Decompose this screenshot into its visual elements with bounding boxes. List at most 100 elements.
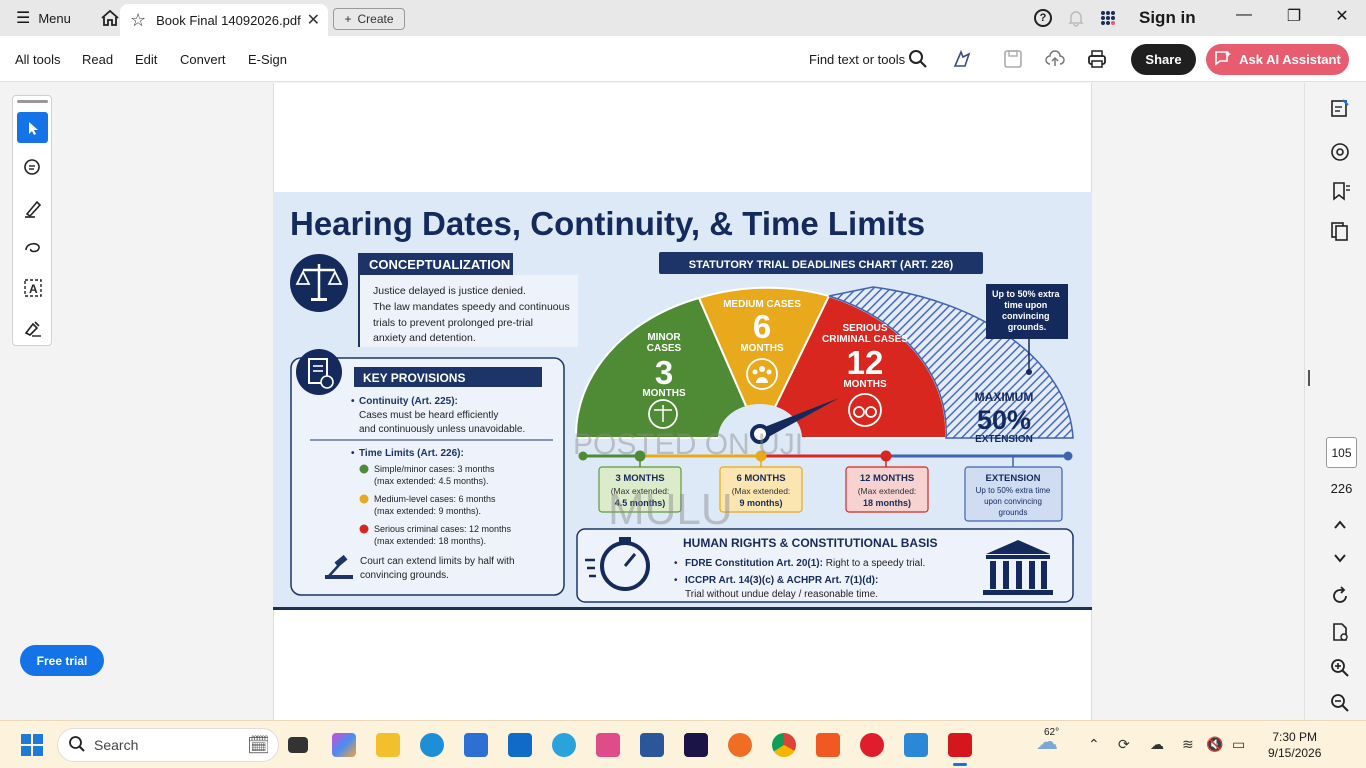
svg-text:12 MONTHS: 12 MONTHS: [860, 473, 914, 484]
help-icon[interactable]: ?: [1034, 9, 1052, 27]
search-icon: [68, 735, 86, 756]
document-check-icon: [296, 349, 342, 395]
maximize-icon[interactable]: ❐: [1279, 6, 1309, 26]
snipping-tool-icon[interactable]: [596, 733, 620, 757]
select-tool-icon[interactable]: [17, 112, 48, 143]
svg-text:Up to 50% extra time: Up to 50% extra time: [976, 486, 1051, 495]
comment-tool-icon[interactable]: [17, 152, 48, 183]
page-settings-icon[interactable]: [1329, 621, 1351, 643]
max-label: MAXIMUM: [975, 390, 1034, 404]
limit-box-12-months: 12 MONTHS (Max extended: 18 months): [845, 466, 929, 513]
ai-tools-icon[interactable]: [951, 48, 973, 70]
concept-line-3: trials to prevent prolonged pre-trial: [373, 317, 533, 329]
highlight-tool-icon[interactable]: [17, 192, 48, 223]
hr-item-1: FDRE Constitution Art. 20(1): Right to a…: [685, 558, 925, 569]
menu-button[interactable]: ☰ Menu: [16, 0, 71, 36]
svg-text:Simple/minor cases: 3 months: Simple/minor cases: 3 months: [374, 464, 495, 474]
svg-text:(Max extended:: (Max extended:: [732, 486, 791, 496]
photos-icon[interactable]: [904, 733, 928, 757]
word-icon[interactable]: [640, 733, 664, 757]
telegram-icon[interactable]: [552, 733, 576, 757]
home-icon[interactable]: [99, 7, 121, 29]
panel-resize-handle[interactable]: [1308, 370, 1310, 386]
comment-icon[interactable]: [1329, 141, 1351, 163]
find-label[interactable]: Find text or tools: [809, 52, 905, 67]
page-number-input[interactable]: 105: [1326, 437, 1357, 468]
menu-convert[interactable]: Convert: [180, 52, 226, 67]
outlook-icon[interactable]: [508, 733, 532, 757]
file-explorer-icon[interactable]: [376, 733, 400, 757]
menu-read[interactable]: Read: [82, 52, 113, 67]
sign-tool-icon[interactable]: [17, 312, 48, 343]
title-bar: ☰ Menu ☆ Book Final 14092026.pdf ✕ + Cre…: [0, 0, 1366, 36]
acrobat-icon[interactable]: [948, 733, 972, 757]
create-button[interactable]: + Create: [333, 8, 405, 30]
edit-pdf-icon[interactable]: [1329, 97, 1351, 119]
svg-text:18 months): 18 months): [863, 498, 911, 508]
document-tab[interactable]: ☆ Book Final 14092026.pdf ✕: [120, 4, 328, 36]
rotate-icon[interactable]: [1329, 585, 1351, 607]
left-tool-panel: A: [12, 95, 52, 346]
star-icon[interactable]: ☆: [130, 10, 146, 31]
upload-cloud-icon[interactable]: [1044, 48, 1066, 70]
svg-text:(Max extended:: (Max extended:: [858, 486, 917, 496]
firefox-icon[interactable]: [728, 733, 752, 757]
bookmark-icon[interactable]: [1329, 180, 1351, 202]
copilot-icon[interactable]: [332, 733, 356, 757]
volume-muted-icon[interactable]: 🔇: [1206, 736, 1223, 753]
close-tab-icon[interactable]: ✕: [307, 10, 320, 30]
cloud-offline-icon[interactable]: ☁: [1150, 736, 1164, 753]
search-icon[interactable]: [907, 48, 929, 70]
plus-icon: +: [344, 12, 352, 26]
hr-item-2-text: Trial without undue delay / reasonable t…: [685, 589, 878, 600]
tray-chevron-icon[interactable]: ⌃: [1088, 736, 1100, 753]
menu-all-tools[interactable]: All tools: [15, 52, 61, 67]
serious-number: 12: [847, 344, 884, 381]
svg-text:EXTENSION: EXTENSION: [986, 473, 1041, 484]
edge-icon[interactable]: [420, 733, 444, 757]
menu-edit[interactable]: Edit: [135, 52, 157, 67]
sign-in-link[interactable]: Sign in: [1139, 8, 1196, 28]
hamburger-icon: ☰: [16, 10, 31, 27]
chrome-icon[interactable]: [772, 733, 796, 757]
store-icon[interactable]: [464, 733, 488, 757]
share-button[interactable]: Share: [1131, 44, 1196, 75]
print-icon[interactable]: [1086, 48, 1108, 70]
text-recognition-icon[interactable]: A: [17, 272, 48, 303]
svg-text:6 MONTHS: 6 MONTHS: [736, 473, 785, 484]
wifi-icon[interactable]: ≋: [1182, 736, 1194, 753]
pages-icon[interactable]: [1329, 220, 1351, 242]
bell-icon[interactable]: [1068, 9, 1084, 27]
windows-start-icon[interactable]: [20, 733, 44, 757]
panel-grip[interactable]: [17, 100, 48, 103]
opera-icon[interactable]: [860, 733, 884, 757]
tab-title: Book Final 14092026.pdf: [156, 12, 301, 28]
menu-e-sign[interactable]: E-Sign: [248, 52, 287, 67]
key-provisions-header: KEY PROVISIONS: [363, 371, 465, 385]
save-icon[interactable]: [1002, 48, 1024, 70]
minimize-icon[interactable]: —: [1229, 6, 1259, 24]
search-placeholder: Search: [94, 737, 139, 753]
apps-icon[interactable]: [1100, 10, 1116, 26]
taskbar-search-input[interactable]: Search 🗓: [57, 728, 279, 762]
svg-text:•: •: [674, 558, 678, 569]
concept-line-4: anxiety and detention.: [373, 332, 476, 344]
task-view-icon[interactable]: [288, 737, 308, 753]
draw-tool-icon[interactable]: [17, 232, 48, 263]
update-icon[interactable]: ⟳: [1118, 736, 1130, 753]
brave-icon[interactable]: [816, 733, 840, 757]
ask-ai-label: Ask AI Assistant: [1239, 52, 1341, 67]
free-trial-button[interactable]: Free trial: [20, 645, 104, 676]
battery-icon[interactable]: ▭: [1232, 736, 1245, 753]
weather-widget[interactable]: ☁ 62°: [1036, 727, 1059, 755]
ask-ai-assistant-button[interactable]: Ask AI Assistant: [1206, 44, 1349, 75]
close-window-icon[interactable]: ✕: [1327, 6, 1357, 26]
premiere-icon[interactable]: [684, 733, 708, 757]
zoom-out-icon[interactable]: [1329, 692, 1351, 714]
next-page-icon[interactable]: [1329, 547, 1351, 569]
previous-page-icon[interactable]: [1329, 514, 1351, 536]
continuity-title: Continuity (Art. 225):: [359, 396, 458, 407]
zoom-in-icon[interactable]: [1329, 657, 1351, 679]
system-clock[interactable]: 7:30 PM 9/15/2026: [1268, 729, 1321, 761]
svg-text:Serious criminal cases: 12 mo: Serious criminal cases: 12 months: [374, 524, 512, 534]
